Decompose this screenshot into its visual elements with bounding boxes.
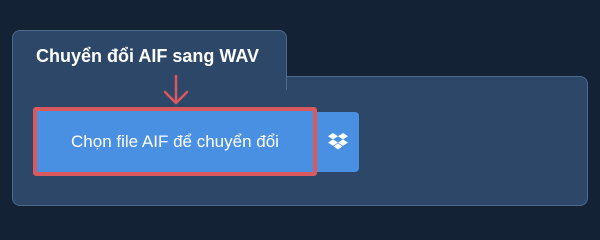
dropbox-button[interactable] bbox=[317, 112, 359, 172]
choose-file-label: Chọn file AIF để chuyển đổi bbox=[71, 131, 279, 151]
converter-tab: Chuyển đổi AIF sang WAV bbox=[12, 30, 287, 90]
choose-file-button[interactable]: Chọn file AIF để chuyển đổi bbox=[33, 107, 317, 176]
converter-title: Chuyển đổi AIF sang WAV bbox=[36, 46, 260, 66]
arrow-down-icon bbox=[163, 74, 189, 105]
dropbox-icon bbox=[328, 133, 348, 150]
